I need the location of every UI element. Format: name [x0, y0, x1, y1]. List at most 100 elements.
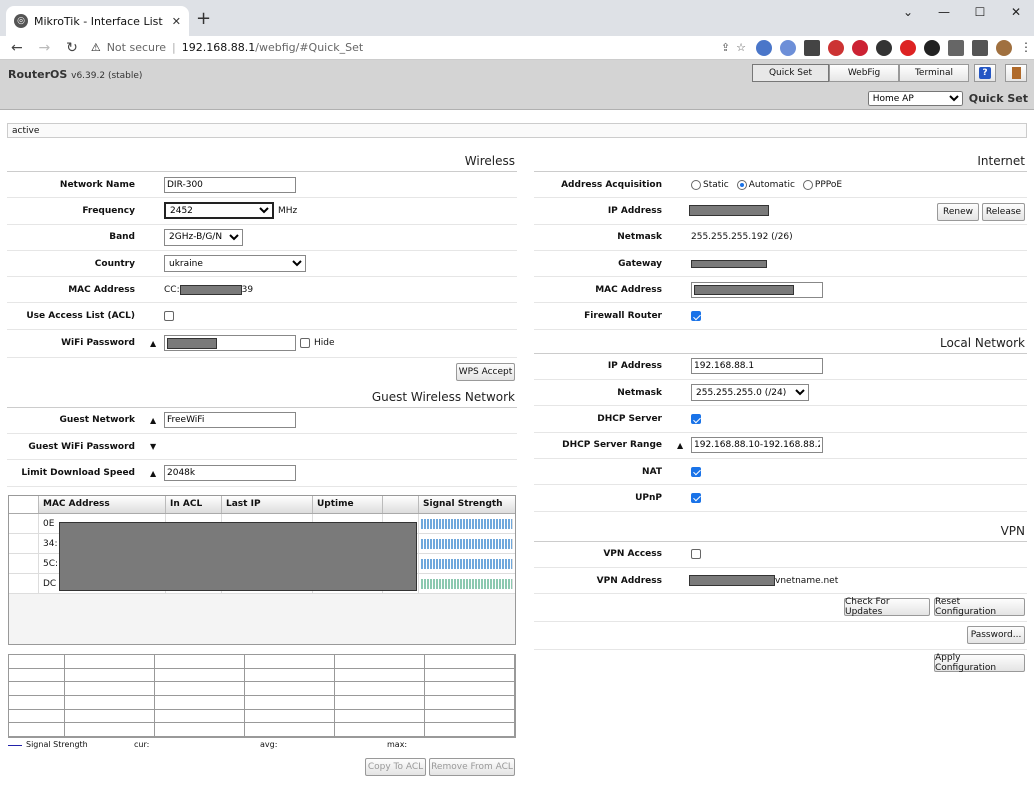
dhcp-range-input[interactable] [691, 437, 823, 454]
limit-download-input[interactable] [164, 465, 296, 482]
local-ip-input[interactable] [691, 358, 823, 375]
collapse-triangle-icon[interactable]: ▲ [150, 469, 156, 478]
redacted-block [689, 575, 775, 586]
frequency-select[interactable]: 2452 [164, 202, 274, 220]
forward-icon[interactable]: → [36, 40, 54, 56]
network-name-input[interactable] [164, 176, 296, 193]
static-label: Static [703, 179, 729, 190]
extension-icon[interactable] [804, 39, 821, 56]
close-tab-icon[interactable]: ✕ [172, 15, 181, 28]
new-tab-icon[interactable]: + [196, 8, 211, 29]
static-radio[interactable] [691, 179, 701, 190]
side-panel-icon[interactable] [972, 39, 989, 56]
adblock-icon[interactable] [900, 39, 917, 56]
play-extension-icon[interactable] [924, 39, 941, 56]
column-header[interactable] [383, 496, 419, 513]
column-header[interactable]: Last IP [222, 496, 313, 513]
firewall-label: Firewall Router [584, 311, 662, 322]
collapse-triangle-icon[interactable]: ▲ [677, 441, 683, 450]
puzzle-extensions-icon[interactable] [948, 39, 965, 56]
guest-password-row: Guest WiFi Password ▼ [7, 434, 517, 461]
vpn-address-row: VPN Address vnetname.net [534, 568, 1027, 595]
table-header: MAC Address In ACL Last IP Uptime Signal… [9, 496, 515, 514]
expand-triangle-icon[interactable]: ▼ [150, 442, 156, 451]
upnp-checkbox[interactable] [691, 492, 701, 503]
legend-signal-strength: Signal Strength [26, 740, 88, 749]
quick-set-profile-select[interactable]: Home AP [867, 91, 963, 106]
copy-to-acl-button[interactable]: Copy To ACL [365, 758, 426, 776]
apply-configuration-button[interactable]: Apply Configuration [934, 653, 1025, 673]
guest-network-input[interactable] [164, 412, 296, 429]
gateway-label: Gateway [618, 258, 662, 269]
wifi-password-label: WiFi Password [61, 338, 135, 349]
redacted-block [691, 259, 767, 268]
local-network-section-title: Local Network [534, 336, 1027, 354]
vpn-access-row: VPN Access [534, 542, 1027, 568]
release-button[interactable]: Release [982, 203, 1025, 222]
legend-max: max: [387, 740, 408, 749]
menu-kebab-icon[interactable]: ⋮ [1020, 40, 1032, 56]
dhcp-server-checkbox[interactable] [691, 414, 701, 425]
bookmark-star-icon[interactable]: ☆ [736, 41, 746, 54]
automatic-radio[interactable] [736, 179, 747, 190]
column-header[interactable]: MAC Address [39, 496, 166, 513]
wifi-password-row: WiFi Password ▲ Hide [7, 330, 517, 358]
tab-search-icon[interactable]: ⌄ [890, 0, 926, 24]
signal-strength-bar [421, 559, 513, 569]
extension-icon[interactable] [852, 39, 869, 56]
local-ip-row: IP Address [534, 354, 1027, 381]
guest-network-row: Guest Network ▲ [7, 408, 517, 435]
nat-checkbox[interactable] [691, 466, 701, 477]
country-select[interactable]: ukraine [164, 255, 306, 273]
reload-icon[interactable]: ↻ [63, 40, 81, 56]
reset-configuration-button[interactable]: Reset Configuration [934, 597, 1025, 617]
translate-extension-icon[interactable] [756, 39, 773, 56]
local-netmask-select[interactable]: 255.255.255.0 (/24) [691, 384, 809, 402]
apply-row: Apply Configuration [534, 650, 1027, 678]
acl-checkbox[interactable] [164, 311, 174, 322]
help-button[interactable]: ? [974, 64, 996, 82]
extension-icon[interactable] [780, 39, 797, 56]
collapse-triangle-icon[interactable]: ▲ [150, 416, 156, 425]
column-header[interactable]: Signal Strength [419, 496, 515, 513]
internet-ip-row: IP Address Renew Release [534, 198, 1027, 225]
hide-label: Hide [314, 338, 335, 349]
webfig-mode-button[interactable]: WebFig [829, 64, 899, 82]
logout-button[interactable] [1005, 64, 1027, 82]
password-button[interactable]: Password... [967, 626, 1025, 645]
quick-set-mode-button[interactable]: Quick Set [752, 64, 829, 82]
dhcp-server-label: DHCP Server [597, 414, 662, 425]
legend-line-swatch [8, 745, 22, 749]
share-icon[interactable]: ⇪ [721, 41, 730, 54]
internet-section-title: Internet [534, 154, 1027, 172]
wps-row: WPS Accept [7, 358, 517, 386]
back-icon[interactable]: ← [8, 40, 26, 56]
band-label: Band [109, 232, 135, 243]
hide-checkbox[interactable] [300, 338, 310, 349]
column-header[interactable]: In ACL [166, 496, 222, 513]
column-header[interactable]: Uptime [313, 496, 383, 513]
wps-accept-button[interactable]: WPS Accept [456, 362, 515, 381]
extension-icon[interactable] [876, 39, 893, 56]
redacted-block [167, 338, 217, 350]
avatar[interactable] [996, 39, 1013, 56]
browser-tab[interactable]: ◎ MikroTik - Interface List at admin ✕ [6, 6, 189, 36]
firewall-checkbox[interactable] [691, 311, 701, 322]
internet-ip-label: IP Address [607, 205, 662, 216]
close-window-icon[interactable]: ✕ [998, 0, 1034, 24]
pppoe-radio[interactable] [802, 179, 813, 190]
extension-icon[interactable] [828, 39, 845, 56]
vpn-access-checkbox[interactable] [691, 549, 701, 560]
renew-button[interactable]: Renew [937, 203, 979, 222]
terminal-mode-button[interactable]: Terminal [899, 64, 969, 82]
mikrotik-favicon-icon: ◎ [14, 14, 28, 28]
collapse-triangle-icon[interactable]: ▲ [150, 339, 156, 348]
check-for-updates-button[interactable]: Check For Updates [844, 597, 930, 617]
remove-from-acl-button[interactable]: Remove From ACL [429, 758, 515, 776]
mode-bar: Quick Set WebFig Terminal [752, 64, 969, 82]
warning-icon[interactable]: ⚠ [91, 41, 101, 54]
band-select[interactable]: 2GHz-B/G/N [164, 228, 243, 246]
minimize-icon[interactable]: — [926, 0, 962, 24]
maximize-icon[interactable]: ☐ [962, 0, 998, 24]
url-field[interactable]: ⚠ Not secure | 192.168.88.1/webfig/#Quic… [91, 38, 746, 58]
